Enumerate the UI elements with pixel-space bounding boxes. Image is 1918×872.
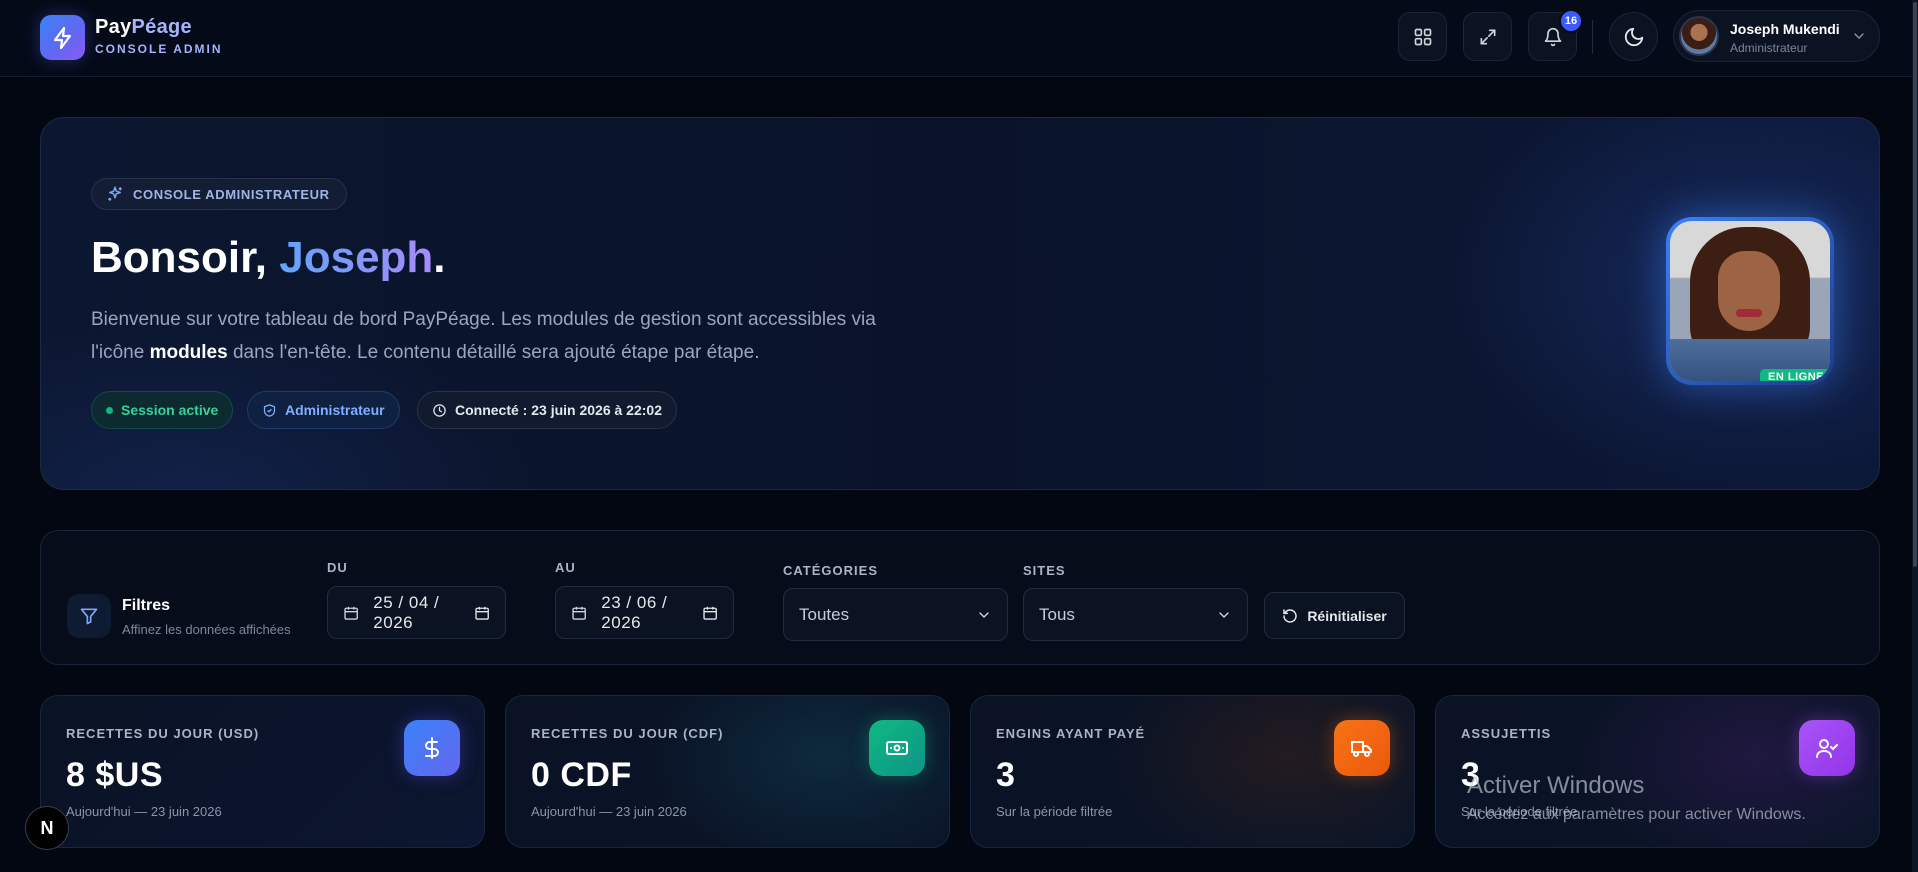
stat-icon-box	[1334, 720, 1390, 776]
app-header: PayPéage CONSOLE ADMIN 16 Joseph Mukendi…	[0, 0, 1918, 77]
calendar-picker-icon[interactable]	[474, 604, 490, 622]
sites-select[interactable]: Tous	[1023, 588, 1248, 641]
clock-icon	[433, 403, 446, 417]
user-name: Joseph Mukendi	[1730, 21, 1840, 37]
notification-badge: 16	[1559, 9, 1583, 33]
filters-title: Filtres	[122, 597, 171, 614]
user-role: Administrateur	[1730, 41, 1808, 55]
welcome-hero: CONSOLE ADMINISTRATEUR Bonsoir, Joseph. …	[40, 117, 1880, 490]
calendar-icon	[344, 606, 358, 620]
stat-subtitle: Sur la période filtrée	[1461, 804, 1578, 819]
user-check-icon	[1816, 739, 1838, 758]
logo[interactable]	[40, 15, 85, 60]
reset-filters-button[interactable]: Réinitialiser	[1264, 592, 1405, 639]
stat-value: 3	[1461, 756, 1481, 794]
online-status-tag: EN LIGNE	[1760, 369, 1830, 381]
grid-icon	[1414, 28, 1431, 45]
user-menu[interactable]: Joseph Mukendi Administrateur	[1673, 10, 1880, 62]
scrollbar-thumb[interactable]	[1913, 2, 1917, 567]
categories-select[interactable]: Toutes	[783, 588, 1008, 641]
sparkles-icon	[108, 186, 122, 201]
stat-card-taxpayers: ASSUJETTIS 3 Sur la période filtrée	[1435, 695, 1880, 848]
stat-label: RECETTES DU JOUR (CDF)	[531, 726, 724, 741]
fullscreen-button[interactable]	[1463, 12, 1512, 61]
reset-icon	[1283, 608, 1298, 623]
banknote-icon	[886, 741, 908, 755]
from-date-label: DU	[327, 560, 348, 575]
calendar-icon	[572, 606, 586, 620]
to-date-label: AU	[555, 560, 576, 575]
stat-value: 8 $US	[66, 756, 163, 794]
connected-time-pill: Connecté : 23 juin 2026 à 22:02	[417, 391, 677, 429]
stat-subtitle: Aujourd'hui — 23 juin 2026	[531, 804, 687, 819]
bolt-icon	[53, 26, 71, 49]
filters-subtitle: Affinez les données affichées	[122, 622, 291, 637]
categories-label: CATÉGORIES	[783, 563, 878, 578]
modules-button[interactable]	[1398, 12, 1447, 61]
moon-icon	[1624, 27, 1643, 46]
welcome-text: Bienvenue sur votre tableau de bord PayP…	[91, 309, 876, 363]
chevron-down-icon	[1854, 33, 1864, 39]
from-date-input[interactable]: 25 / 04 / 2026	[327, 586, 506, 639]
stat-value: 0 CDF	[531, 756, 632, 794]
header-divider	[1592, 20, 1593, 54]
brand: PayPéage CONSOLE ADMIN	[95, 16, 223, 56]
truck-icon	[1351, 741, 1372, 757]
sites-label: SITES	[1023, 563, 1066, 578]
avatar	[1679, 16, 1719, 56]
status-dot	[106, 406, 113, 414]
fullscreen-icon	[1480, 29, 1495, 45]
bell-icon	[1544, 27, 1561, 46]
stat-card-cdf: RECETTES DU JOUR (CDF) 0 CDF Aujourd'hui…	[505, 695, 950, 848]
filter-icon	[80, 608, 98, 625]
session-status-pill: Session active	[91, 391, 234, 429]
stat-value: 3	[996, 756, 1016, 794]
stat-label: ASSUJETTIS	[1461, 726, 1552, 741]
theme-toggle-button[interactable]	[1609, 12, 1658, 61]
console-badge: CONSOLE ADMINISTRATEUR	[91, 178, 347, 210]
stat-label: ENGINS AYANT PAYÉ	[996, 726, 1146, 741]
role-pill: Administrateur	[247, 391, 400, 429]
calendar-picker-icon[interactable]	[702, 604, 718, 622]
filters-panel: Filtres Affinez les données affichées DU…	[40, 530, 1880, 665]
brand-subtitle: CONSOLE ADMIN	[95, 42, 223, 56]
stat-card-usd: RECETTES DU JOUR (USD) 8 $US Aujourd'hui…	[40, 695, 485, 848]
stat-card-vehicles: ENGINS AYANT PAYÉ 3 Sur la période filtr…	[970, 695, 1415, 848]
filter-icon-box	[67, 594, 111, 638]
brand-name: PayPéage	[95, 16, 192, 38]
chevron-down-icon	[1219, 611, 1229, 618]
page-title: Bonsoir, Joseph.	[91, 233, 446, 282]
dev-tools-button[interactable]: N	[25, 806, 69, 850]
shield-icon	[263, 403, 276, 417]
stat-icon-box	[404, 720, 460, 776]
stat-label: RECETTES DU JOUR (USD)	[66, 726, 260, 741]
dollar-icon	[425, 737, 439, 759]
stat-icon-box	[869, 720, 925, 776]
to-date-input[interactable]: 23 / 06 / 2026	[555, 586, 734, 639]
stat-subtitle: Aujourd'hui — 23 juin 2026	[66, 804, 222, 819]
notifications-button[interactable]: 16	[1528, 9, 1583, 61]
stat-subtitle: Sur la période filtrée	[996, 804, 1113, 819]
profile-photo: EN LIGNE	[1666, 217, 1834, 385]
stat-icon-box	[1799, 720, 1855, 776]
chevron-down-icon	[979, 611, 989, 618]
